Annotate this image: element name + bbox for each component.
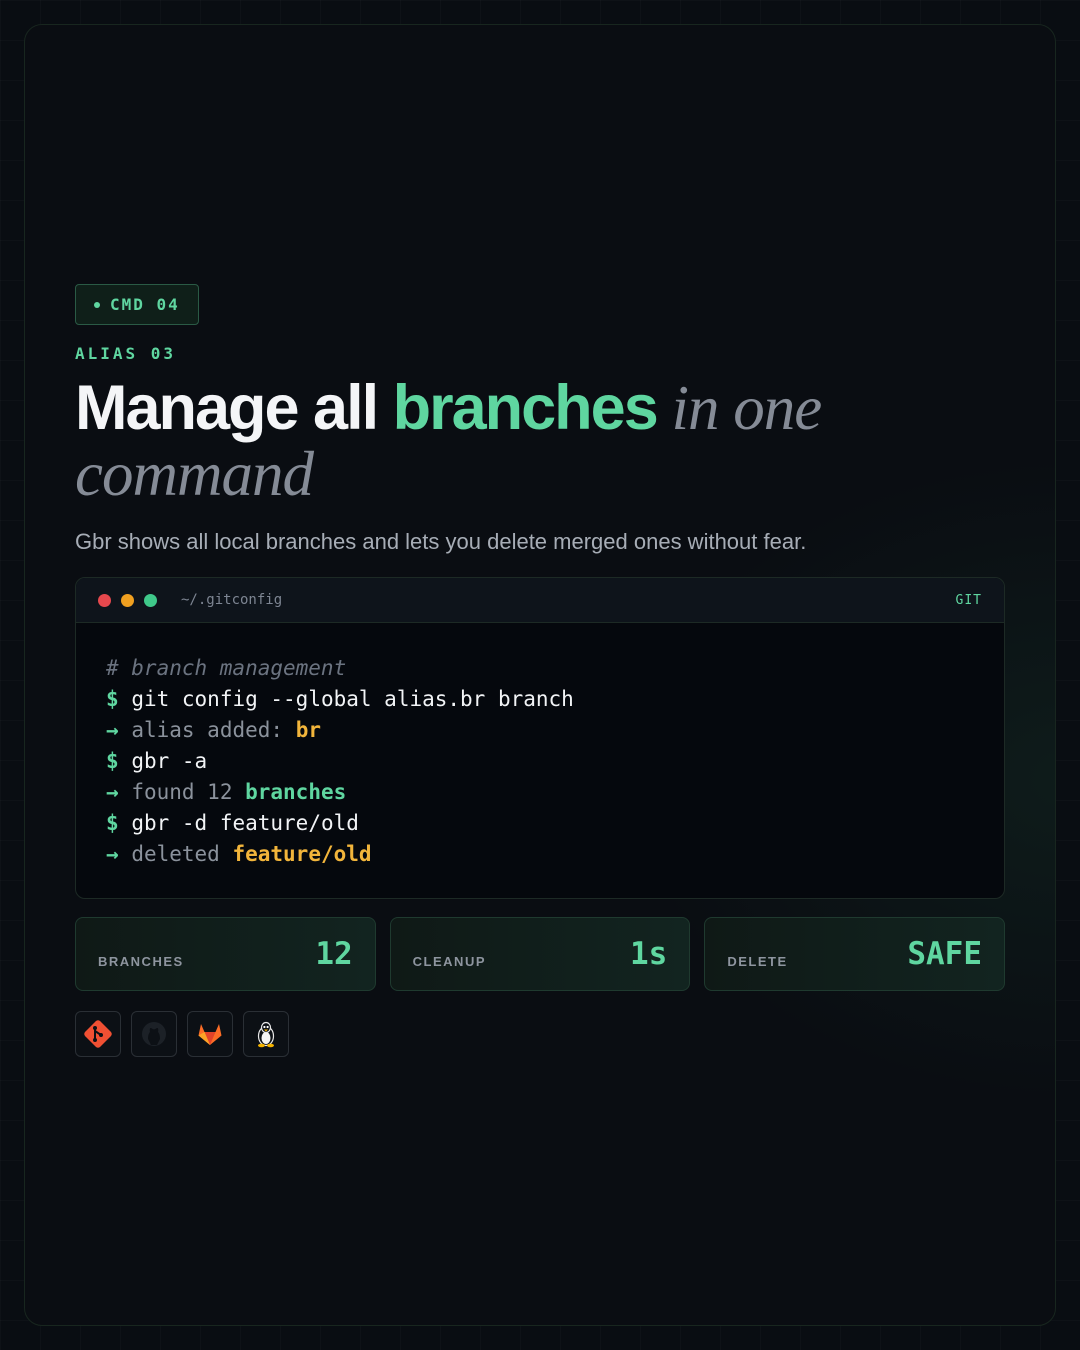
tag-dot-icon	[94, 301, 100, 308]
minimize-dot-icon[interactable]	[121, 593, 134, 607]
stat-label: BRANCHES	[98, 953, 184, 969]
platform-icons	[75, 1011, 1005, 1057]
terminal-body: # branch management $ git config --globa…	[76, 623, 1004, 898]
cmd-tag: CMD 04	[75, 284, 199, 325]
output-text: alias added:	[131, 718, 296, 742]
command-text: gbr -d feature/old	[131, 811, 359, 835]
command-text: git config --global alias.br branch	[131, 687, 574, 711]
stats-row: BRANCHES 12 CLEANUP 1s DELETE SAFE	[75, 917, 1006, 991]
output-highlight: branches	[245, 780, 347, 804]
output-highlight: feature/old	[232, 842, 372, 866]
stat-label: DELETE	[727, 953, 788, 969]
stat-value: 1s	[630, 936, 668, 972]
gitlab-icon[interactable]	[187, 1011, 233, 1057]
gitlab-logo-svg	[198, 1024, 222, 1045]
terminal-lang-badge: GIT	[955, 592, 982, 608]
terminal-line: → alias added: br	[106, 715, 974, 746]
page-title: Manage all branches in one command	[75, 375, 1005, 507]
stat-label: CLEANUP	[412, 953, 487, 969]
terminal-line: $ gbr -d feature/old	[106, 808, 974, 839]
title-accent: branches	[392, 373, 659, 443]
linux-icon[interactable]	[243, 1011, 289, 1057]
output-text: found 12	[131, 780, 246, 804]
prompt-symbol: $	[106, 749, 119, 773]
maximize-dot-icon[interactable]	[144, 593, 157, 607]
terminal-line: → found 12 branches	[106, 777, 974, 808]
cmd-tag-label: CMD 04	[110, 295, 180, 314]
subtitle: Gbr shows all local branches and lets yo…	[75, 529, 807, 554]
tux-logo-svg	[257, 1021, 275, 1048]
window-controls	[98, 593, 157, 607]
command-text: gbr -a	[131, 749, 208, 773]
comment-text: # branch management	[106, 656, 347, 680]
title-part: Manage all	[75, 373, 393, 443]
stat-card-cleanup: CLEANUP 1s	[389, 917, 691, 991]
git-icon[interactable]	[75, 1011, 121, 1057]
terminal-titlebar: ~/.gitconfig GIT	[76, 578, 1004, 623]
prompt-symbol: $	[106, 687, 119, 711]
stat-card-branches: BRANCHES 12	[75, 917, 376, 991]
terminal-line: # branch management	[106, 653, 974, 684]
output-text: deleted	[131, 842, 233, 866]
prompt-symbol: $	[106, 811, 119, 835]
output-highlight: br	[295, 718, 321, 742]
terminal-window: ~/.gitconfig GIT # branch management $ g…	[75, 577, 1005, 899]
stat-value: 12	[315, 936, 353, 972]
github-icon[interactable]	[131, 1011, 177, 1057]
stat-value: SAFE	[907, 936, 983, 972]
terminal-line: → deleted feature/old	[106, 839, 974, 870]
alias-kicker: ALIAS 03	[75, 344, 177, 363]
github-logo-svg	[142, 1022, 166, 1046]
stat-card-delete: DELETE SAFE	[704, 917, 1006, 991]
close-dot-icon[interactable]	[98, 593, 111, 607]
git-logo-svg	[84, 1020, 112, 1048]
main-content: CMD 04 ALIAS 03 Manage all branches in o…	[75, 284, 1006, 1057]
arrow-icon: →	[106, 780, 119, 804]
arrow-icon: →	[106, 842, 119, 866]
terminal-line: $ gbr -a	[106, 746, 974, 777]
arrow-icon: →	[106, 718, 119, 742]
terminal-line: $ git config --global alias.br branch	[106, 684, 974, 715]
terminal-path: ~/.gitconfig	[181, 592, 283, 608]
